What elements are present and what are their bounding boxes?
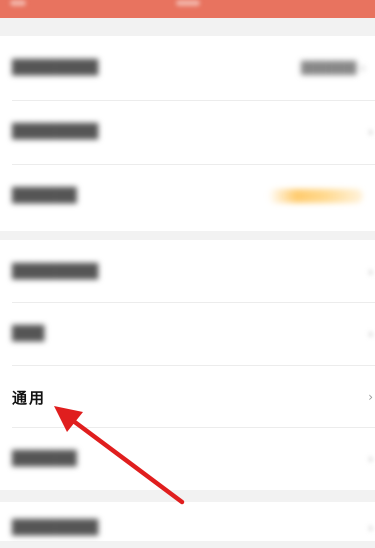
divider [12, 427, 375, 428]
chevron-right-icon: › [368, 125, 373, 139]
divider [12, 302, 375, 303]
settings-section-2: ████████ › ███ › 通用 › ██████ › [0, 240, 375, 490]
settings-row-8[interactable]: ████████ › [0, 508, 375, 548]
row-label-blurred: ███ [12, 326, 45, 342]
settings-row-7[interactable]: ██████ › [0, 429, 375, 489]
settings-row-general[interactable]: 通用 › [0, 367, 375, 427]
settings-row-2[interactable]: ████████ › [0, 102, 375, 162]
chevron-right-icon: › [368, 452, 373, 466]
chevron-right-icon: › [368, 265, 373, 279]
divider [12, 365, 375, 366]
settings-row-1[interactable]: ████████ ██████ › [0, 38, 375, 98]
chevron-right-icon: › [368, 521, 373, 535]
row-label-blurred: ██████ [12, 451, 77, 467]
page-title [176, 0, 200, 6]
divider [12, 164, 375, 165]
settings-section-1: ████████ ██████ › ████████ › ██████ [0, 36, 375, 231]
back-icon[interactable] [10, 0, 26, 6]
row-label-blurred: ████████ [12, 520, 99, 536]
divider [12, 100, 375, 101]
general-label: 通用 [12, 388, 47, 407]
settings-row-5[interactable]: ███ › [0, 304, 375, 364]
row-label-blurred: ████████ [12, 60, 99, 76]
header-bar [0, 0, 375, 18]
settings-section-3: ████████ › [0, 502, 375, 541]
row-label-blurred: ████████ [12, 264, 99, 280]
settings-row-3[interactable]: ██████ [0, 166, 375, 226]
row-label-blurred: ██████ [12, 188, 77, 204]
promo-badge [268, 189, 363, 203]
row-value-blurred: ██████ › [301, 61, 365, 75]
row-label-blurred: ████████ [12, 124, 99, 140]
chevron-right-icon: › [368, 390, 373, 404]
settings-row-4[interactable]: ████████ › [0, 242, 375, 302]
chevron-right-icon: › [368, 327, 373, 341]
